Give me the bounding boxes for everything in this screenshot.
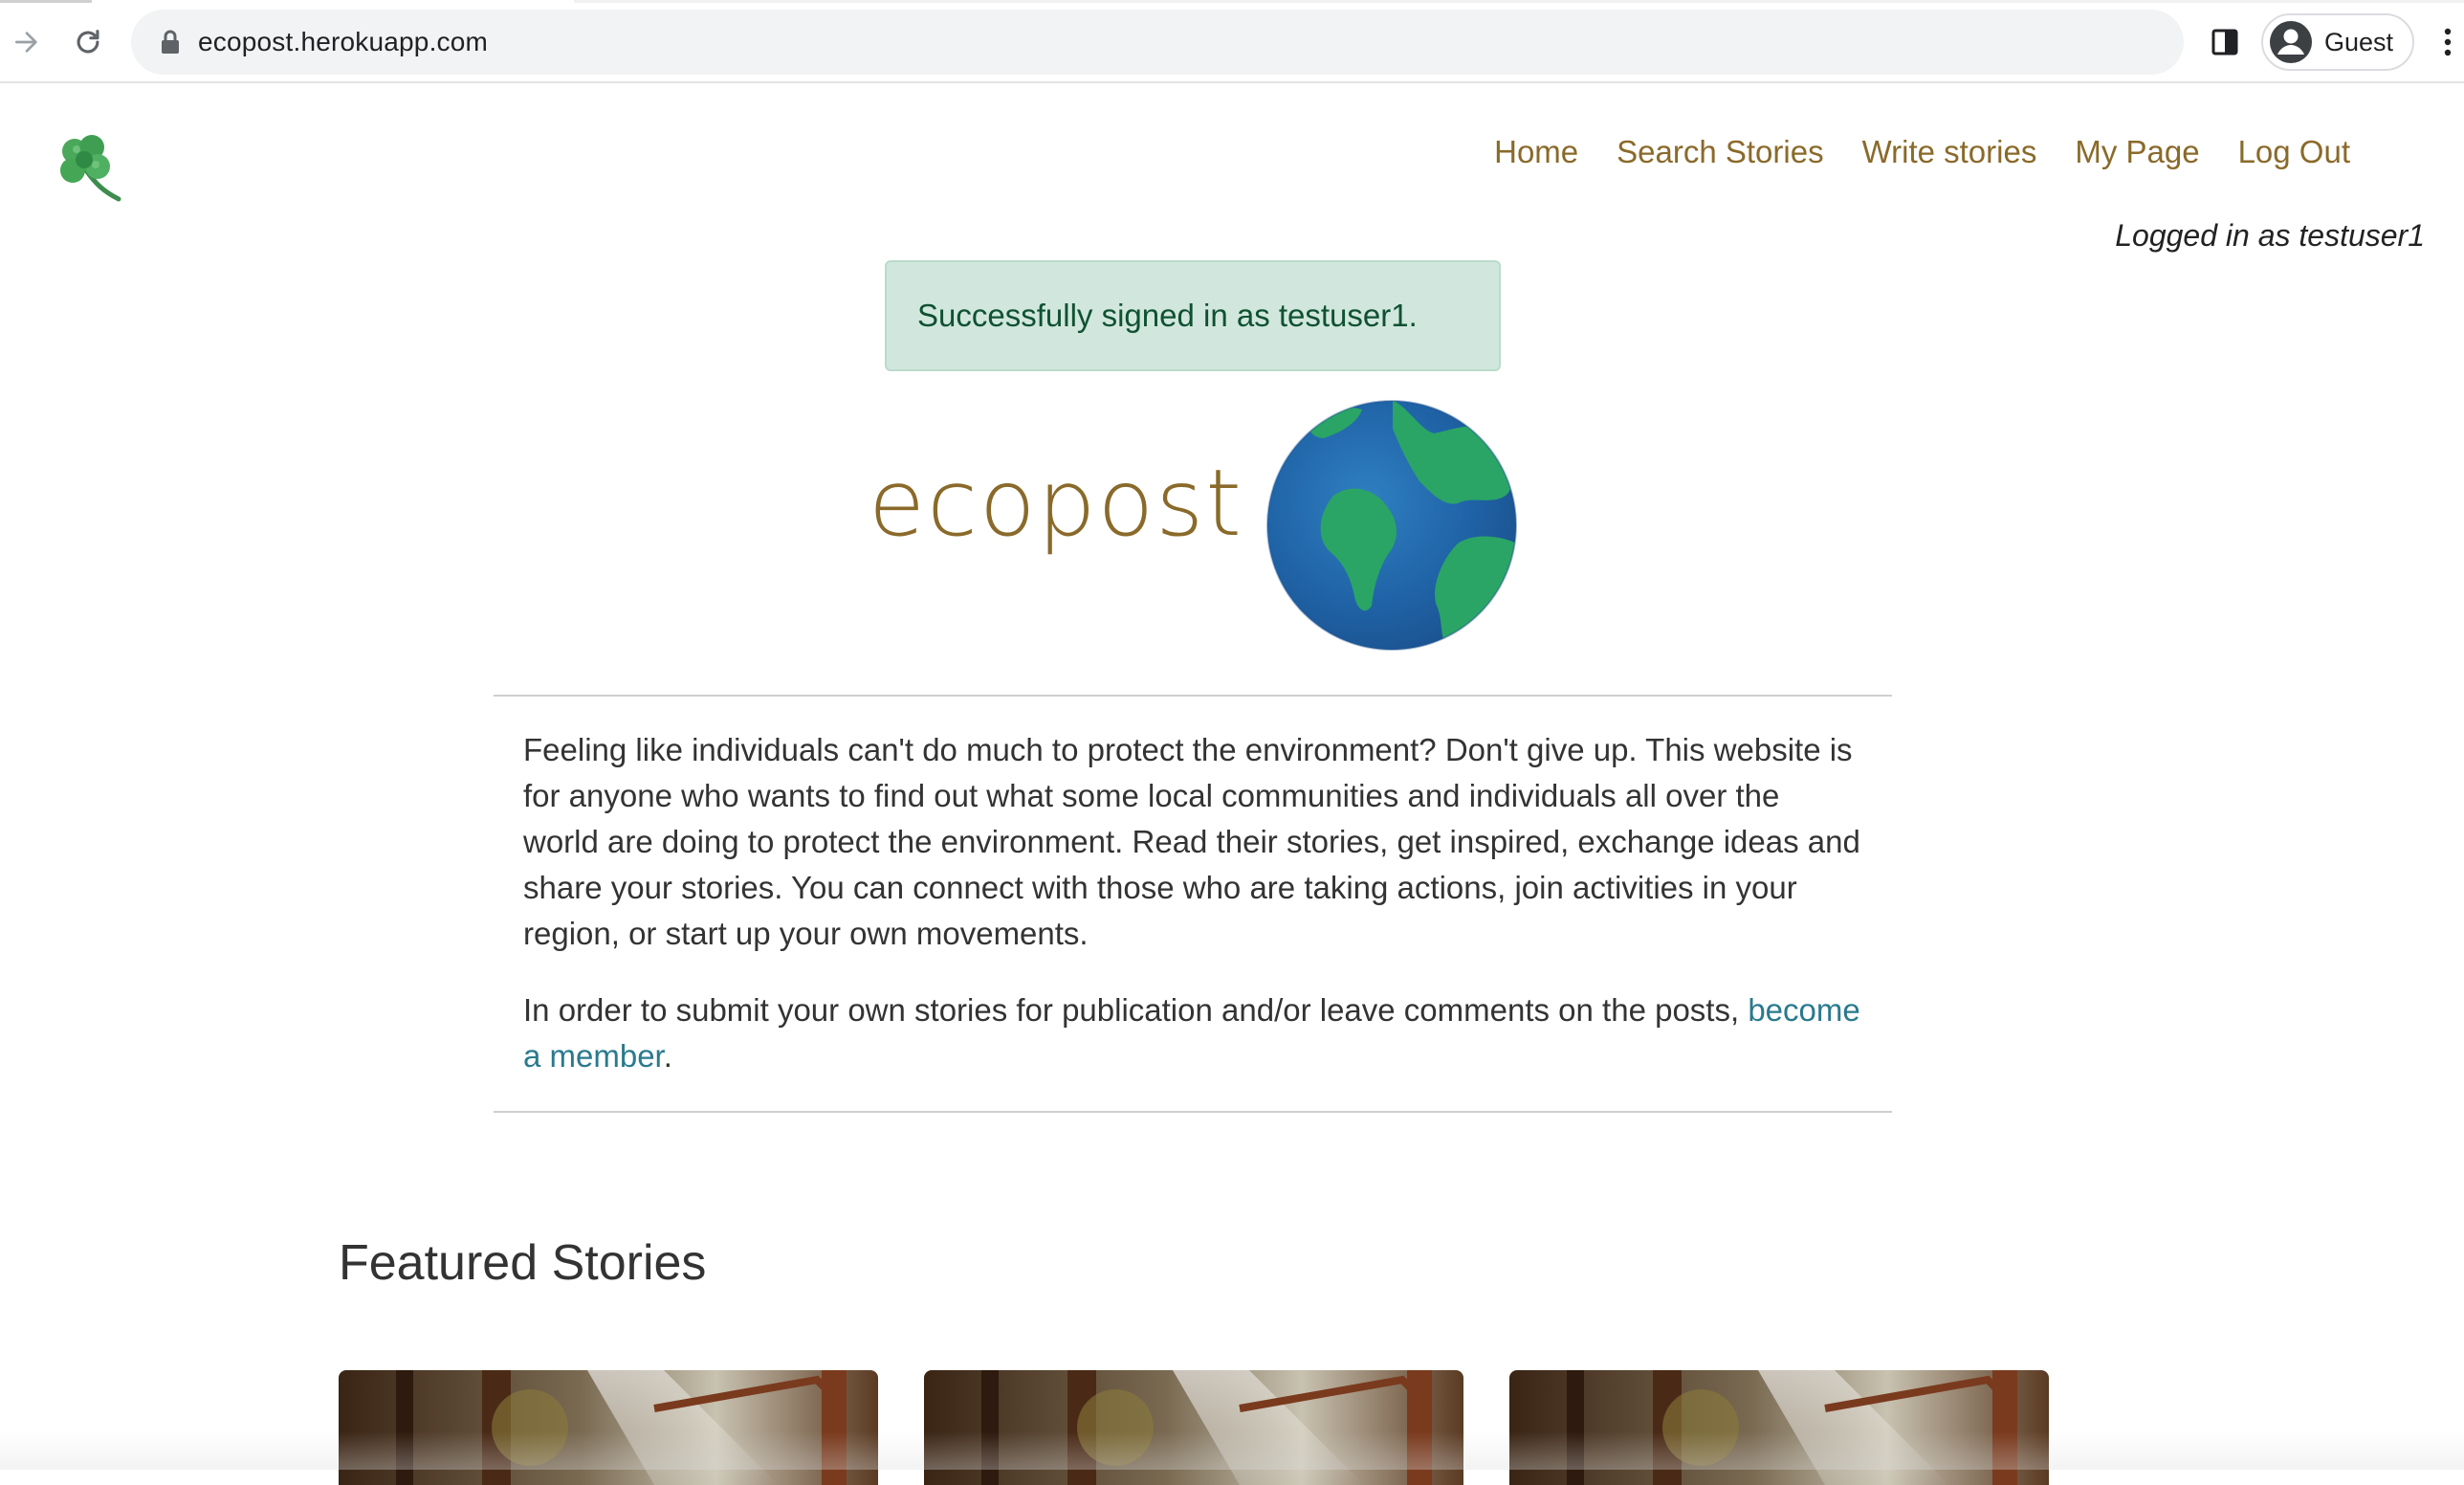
nav-log-out[interactable]: Log Out — [2238, 134, 2350, 170]
success-alert: Successfully signed in as testuser1. — [885, 260, 1501, 371]
clover-icon — [60, 135, 121, 202]
account-circle-icon — [2269, 20, 2313, 64]
side-panel-icon — [2211, 29, 2238, 55]
profile-name: Guest — [2324, 27, 2394, 56]
intro-paragraph: Feeling like individuals can't do much t… — [523, 732, 1860, 951]
nav-my-page[interactable]: My Page — [2075, 134, 2199, 170]
arrow-right-icon — [14, 32, 37, 53]
side-panel-button[interactable] — [2206, 23, 2244, 61]
address-bar[interactable]: ecopost.herokuapp.com — [131, 10, 2184, 75]
browser-menu-button[interactable] — [2433, 23, 2462, 61]
story-image — [339, 1370, 878, 1485]
browser-toolbar: ecopost.herokuapp.com Guest — [0, 0, 2464, 83]
story-image — [1509, 1370, 2049, 1485]
reload-icon — [77, 30, 99, 54]
site-wordmark: ecopost — [869, 450, 1243, 557]
forward-button[interactable] — [2, 17, 52, 67]
membership-period: . — [663, 1038, 672, 1074]
nav-search-stories[interactable]: Search Stories — [1617, 134, 1823, 170]
divider-top — [494, 695, 1892, 697]
nav-home[interactable]: Home — [1494, 134, 1578, 170]
story-image — [924, 1370, 1463, 1485]
featured-story-card[interactable] — [339, 1370, 878, 1485]
kebab-menu-icon — [2444, 28, 2452, 56]
site-nav: Home Search Stories Write stories My Pag… — [1456, 134, 2350, 170]
logged-in-status: Logged in as testuser1 — [2115, 218, 2425, 253]
featured-stories-heading: Featured Stories — [339, 1235, 707, 1291]
site-logo[interactable] — [48, 128, 126, 207]
globe-icon — [1266, 400, 1517, 651]
url-text[interactable]: ecopost.herokuapp.com — [198, 27, 488, 57]
featured-story-card[interactable] — [1509, 1370, 2049, 1485]
divider-bottom — [494, 1111, 1892, 1113]
lock-icon[interactable] — [156, 28, 185, 56]
tab-strip — [0, 0, 2464, 3]
reload-button[interactable] — [63, 17, 113, 67]
membership-text: In order to submit your own stories for … — [523, 992, 1749, 1028]
profile-button[interactable]: Guest — [2261, 13, 2414, 71]
featured-story-card[interactable] — [924, 1370, 1463, 1485]
nav-write-stories[interactable]: Write stories — [1862, 134, 2037, 170]
membership-paragraph: In order to submit your own stories for … — [523, 987, 1862, 1079]
intro-text: Feeling like individuals can't do much t… — [523, 727, 1862, 1110]
